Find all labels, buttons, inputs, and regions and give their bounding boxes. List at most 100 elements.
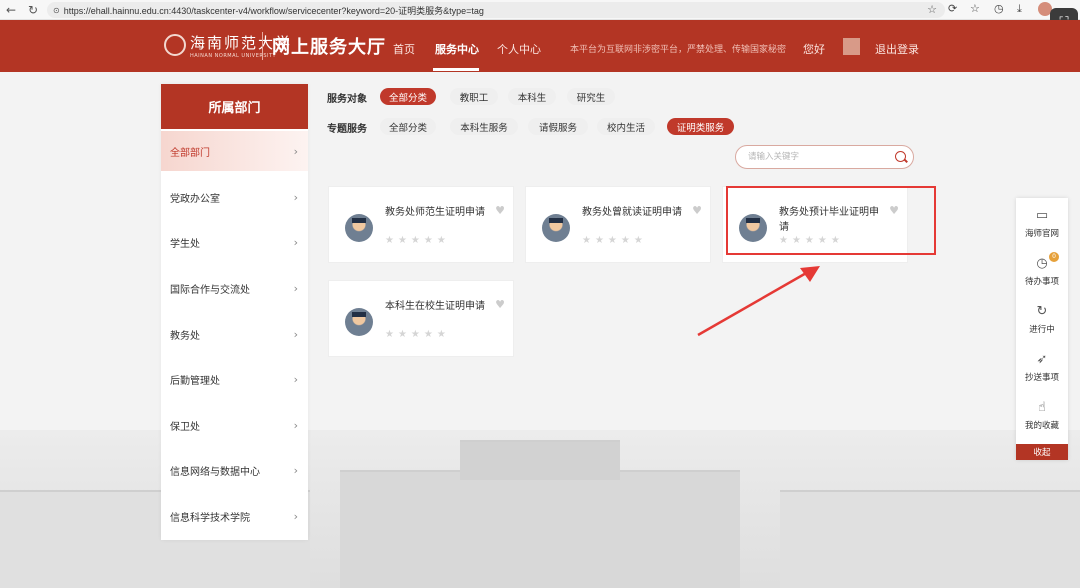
heart-icon[interactable]: ♥ xyxy=(495,298,505,311)
audience-filter-label: 服务对象 xyxy=(327,94,367,105)
topic-chip-all[interactable]: 全部分类 xyxy=(380,118,436,135)
reload-icon[interactable]: ↻ xyxy=(22,0,44,20)
audience-chip-undergrad[interactable]: 本科生 xyxy=(508,88,556,105)
sidebar-item-international[interactable]: 国际合作与交流处 › xyxy=(161,268,308,308)
chevron-right-icon: › xyxy=(293,509,298,523)
greeting: 您好 xyxy=(803,43,825,56)
heart-icon[interactable]: ♥ xyxy=(495,204,505,217)
topic-chip-campus-life[interactable]: 校内生活 xyxy=(597,118,655,135)
rating-stars: ★★★★★ xyxy=(385,235,450,246)
sidebar-item-info-science[interactable]: 信息科学技术学院 › xyxy=(161,496,308,536)
quick-item-label: 我的收藏 xyxy=(1024,421,1059,431)
sidebar-item-label: 教务处 xyxy=(170,330,200,342)
quick-in-progress[interactable]: ↻ 进行中 xyxy=(1016,296,1068,344)
security-notice: 本平台为互联网非涉密平台，严禁处理、传输国家秘密 xyxy=(570,45,787,55)
annotation-arrow-icon xyxy=(697,266,820,337)
nav-personal-center[interactable]: 个人中心 xyxy=(497,41,541,57)
search-icon[interactable] xyxy=(895,151,906,162)
audience-chip-staff[interactable]: 教职工 xyxy=(450,88,498,105)
sidebar-item-label: 信息科学技术学院 xyxy=(170,512,250,524)
chevron-right-icon: › xyxy=(293,463,298,477)
quick-favorites[interactable]: ☝ 我的收藏 xyxy=(1016,392,1068,440)
user-avatar[interactable] xyxy=(843,38,860,55)
thumbs-up-icon: ☝ xyxy=(1038,400,1046,415)
sidebar-item-label: 学生处 xyxy=(170,238,200,250)
quick-item-label: 待办事项 xyxy=(1024,277,1059,287)
sidebar-item-party-office[interactable]: 党政办公室 › xyxy=(161,177,308,217)
quick-cc-items[interactable]: ➶ 抄送事项 xyxy=(1016,344,1068,392)
service-card[interactable]: 本科生在校生证明申请 ♥ ★★★★★ xyxy=(328,280,514,357)
chevron-right-icon: › xyxy=(293,144,298,158)
rating-stars: ★★★★★ xyxy=(582,235,647,246)
background-building xyxy=(340,470,740,588)
sidebar-item-label: 信息网络与数据中心 xyxy=(170,466,260,478)
sidebar-item-security[interactable]: 保卫处 › xyxy=(161,405,308,445)
chevron-right-icon: › xyxy=(293,235,298,249)
quick-item-label: 海师官网 xyxy=(1024,229,1059,239)
topic-chip-undergrad-service[interactable]: 本科生服务 xyxy=(450,118,518,135)
logo-divider xyxy=(262,32,263,60)
site-title: 网上服务大厅 xyxy=(272,37,386,58)
chevron-right-icon: › xyxy=(293,418,298,432)
rocket-icon: ➶ xyxy=(1036,352,1048,367)
university-logo-en: HAINAN NORMAL UNIVERSITY xyxy=(190,53,277,59)
topic-filter-label: 专题服务 xyxy=(327,124,367,135)
address-bar[interactable]: ⊙ https://ehall.hainnu.edu.cn:4430/taskc… xyxy=(47,2,945,18)
monitor-icon: ▭ xyxy=(1035,208,1049,223)
history-icon[interactable]: ◷ xyxy=(994,2,1004,15)
sidebar-item-label: 全部部门 xyxy=(170,147,210,159)
graduate-avatar-icon xyxy=(542,214,570,242)
quick-access-panel: ▭ 海师官网 ◷ 0 待办事项 ↻ 进行中 ➶ 抄送事项 ☝ 我的收藏 收起 xyxy=(1016,198,1068,460)
department-sidebar: 所属部门 全部部门 › 党政办公室 › 学生处 › 国际合作与交流处 › 教务处… xyxy=(161,84,308,540)
sidebar-item-network-center[interactable]: 信息网络与数据中心 › xyxy=(161,450,308,490)
favorites-icon[interactable]: ☆ xyxy=(970,2,980,15)
topic-chip-certificates[interactable]: 证明类服务 xyxy=(667,118,734,135)
background-building-roof xyxy=(460,440,620,480)
extensions-icon[interactable]: ⟳ xyxy=(948,2,957,15)
url-text: https://ehall.hainnu.edu.cn:4430/taskcen… xyxy=(63,5,484,16)
audience-chip-all[interactable]: 全部分类 xyxy=(380,88,436,105)
search-input[interactable] xyxy=(748,149,888,165)
quick-item-label: 抄送事项 xyxy=(1024,373,1059,383)
sidebar-item-label: 国际合作与交流处 xyxy=(170,284,250,296)
chevron-right-icon: › xyxy=(293,327,298,341)
download-icon[interactable]: ⤓ xyxy=(1017,2,1022,16)
heart-icon[interactable]: ♥ xyxy=(692,204,702,217)
background-building-right xyxy=(780,490,1080,588)
rating-stars: ★★★★★ xyxy=(385,329,450,340)
todo-count-badge: 0 xyxy=(1049,252,1059,262)
quick-official-site[interactable]: ▭ 海师官网 xyxy=(1016,200,1068,248)
highlight-annotation-box xyxy=(726,186,936,255)
site-header: 海南师范大学 HAINAN NORMAL UNIVERSITY 网上服务大厅 首… xyxy=(0,20,1080,72)
service-card[interactable]: 教务处曾就读证明申请 ♥ ★★★★★ xyxy=(525,186,711,263)
chevron-right-icon: › xyxy=(293,281,298,295)
audience-chip-postgrad[interactable]: 研究生 xyxy=(567,88,615,105)
quick-item-label: 进行中 xyxy=(1029,325,1055,335)
nav-active-indicator xyxy=(433,68,479,71)
sidebar-item-label: 后勤管理处 xyxy=(170,375,220,387)
sidebar-item-logistics[interactable]: 后勤管理处 › xyxy=(161,359,308,399)
bookmark-star-icon[interactable]: ☆ xyxy=(927,3,937,16)
logout-link[interactable]: 退出登录 xyxy=(875,41,919,57)
service-card[interactable]: 教务处师范生证明申请 ♥ ★★★★★ xyxy=(328,186,514,263)
sidebar-item-academic-affairs[interactable]: 教务处 › xyxy=(161,314,308,354)
refresh-icon: ↻ xyxy=(1036,304,1048,319)
site-info-icon[interactable]: ⊙ xyxy=(53,6,60,15)
university-seal-icon xyxy=(164,34,186,56)
quick-todo[interactable]: ◷ 0 待办事项 xyxy=(1016,248,1068,296)
sidebar-title: 所属部门 xyxy=(161,84,308,129)
back-icon[interactable]: ← xyxy=(0,0,22,20)
service-title: 教务处师范生证明申请 xyxy=(385,207,485,218)
graduate-avatar-icon xyxy=(345,308,373,336)
nav-service-center[interactable]: 服务中心 xyxy=(435,41,479,57)
graduate-avatar-icon xyxy=(345,214,373,242)
search-box xyxy=(735,145,914,169)
sidebar-item-all[interactable]: 全部部门 › xyxy=(161,131,308,171)
sidebar-item-label: 保卫处 xyxy=(170,421,200,433)
sidebar-item-label: 党政办公室 xyxy=(170,193,220,205)
nav-home[interactable]: 首页 xyxy=(393,41,415,57)
service-title: 教务处曾就读证明申请 xyxy=(582,207,682,218)
sidebar-item-student-affairs[interactable]: 学生处 › xyxy=(161,222,308,262)
topic-chip-leave[interactable]: 请假服务 xyxy=(528,118,588,135)
collapse-button[interactable]: 收起 xyxy=(1016,444,1068,460)
